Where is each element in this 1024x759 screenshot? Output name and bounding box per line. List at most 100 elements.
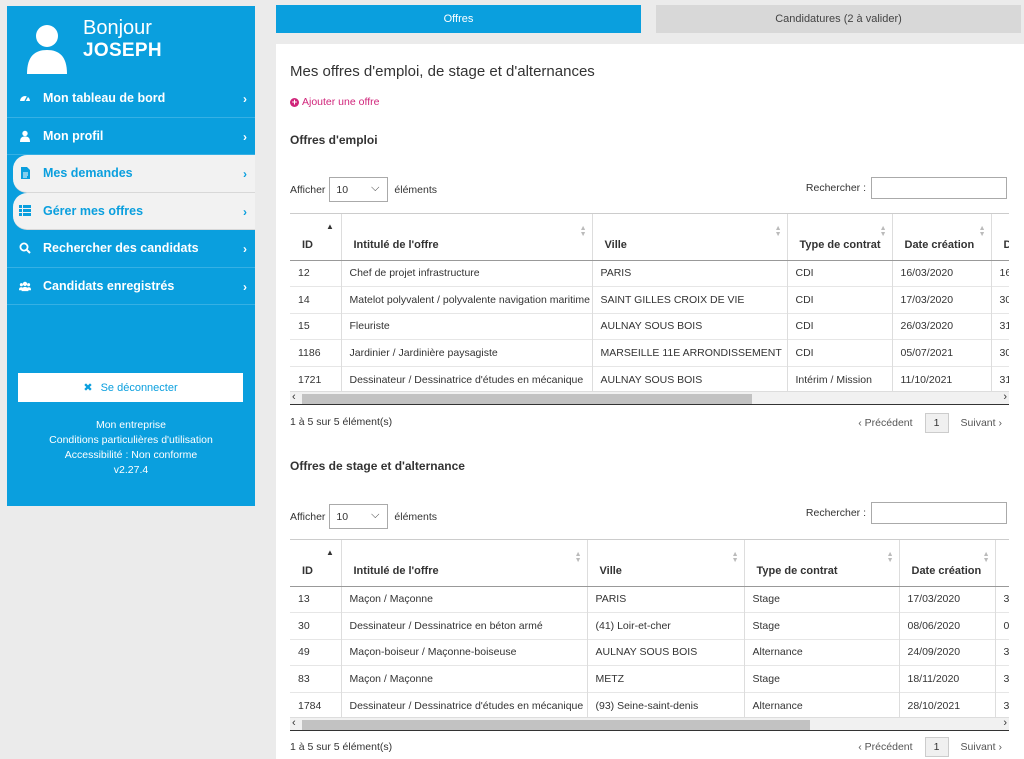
scrollbar-thumb[interactable] (302, 720, 810, 730)
footer-link-terms[interactable]: Conditions particulières d'utilisation (7, 433, 255, 448)
table-row[interactable]: 14 Matelot polyvalent / polyvalente navig… (290, 286, 1009, 313)
table-cell: 14 (290, 286, 342, 313)
add-offer-link[interactable]: + Ajouter une offre (290, 96, 379, 108)
tab-applications[interactable]: Candidatures (2 à valider) (656, 5, 1021, 33)
close-icon: ✖ (83, 382, 93, 394)
table-row[interactable]: 1784 Dessinateur / Dessinatrice d'études … (290, 691, 1009, 717)
table-cell: Dessinateur / Dessinatrice d'études en m… (341, 365, 593, 391)
sort-asc-icon: ▲ (326, 548, 334, 557)
table-row[interactable]: 1721 Dessinateur / Dessinatrice d'études … (290, 365, 1009, 391)
table-cell: Maçon / Maçonne (341, 665, 588, 692)
column-header-title[interactable]: Intitulé de l'offre ▲ ▼ (341, 214, 593, 261)
sidebar-item-saved-candidates[interactable]: Candidats enregistrés › (7, 268, 255, 305)
column-header-title[interactable]: Intitulé de l'offre ▲ ▼ (341, 540, 588, 587)
internships-horizontal-scrollbar[interactable]: ‹ › (290, 717, 1009, 731)
table-cell: Chef de projet infrastructure (341, 260, 593, 287)
search-label: Rechercher : (805, 507, 866, 519)
table-cell: Stage (744, 586, 900, 613)
table-row[interactable]: 15 Fleuriste AULNAY SOUS BOIS CDI 26/03/2020… (290, 312, 1009, 340)
search-label: Rechercher : (805, 182, 866, 194)
page-number-button[interactable]: 1 (924, 413, 949, 433)
footer-link-accessibility[interactable]: Accessibilité : Non conforme (7, 448, 255, 463)
internships-search-input[interactable] (871, 502, 1007, 524)
sidebar-item-dashboard[interactable]: Mon tableau de bord › (7, 80, 255, 118)
table-cell: 3 (995, 665, 1009, 692)
table-header-row: ▲ ID Intitulé de l'offre ▲ ▼ Ville ▲ ▼ Type d… (290, 540, 1009, 587)
column-header-date[interactable]: Date création ▲ ▼ (892, 214, 992, 261)
sidebar-item-requests[interactable]: Mes demandes › (13, 155, 255, 193)
main-panel: Mes offres d'emploi, de stage et d'alter… (276, 44, 1024, 759)
sidebar-item-label: Rechercher des candidats (43, 241, 199, 256)
table-cell: Maçon / Maçonne (341, 586, 588, 613)
sidebar-item-label: Candidats enregistrés (43, 278, 175, 293)
table-cell: 30 (991, 339, 1009, 366)
next-page-button[interactable]: Suivant › (961, 741, 1002, 753)
previous-page-button[interactable]: ‹ Précédent (858, 417, 912, 429)
table-cell: Stage (744, 612, 900, 639)
table-cell: 16/03/2020 (892, 260, 992, 287)
sidebar-item-label: Mes demandes (43, 166, 133, 181)
footer-link-company[interactable]: Mon entreprise (7, 418, 255, 433)
column-header-city[interactable]: Ville ▲ ▼ (587, 540, 745, 587)
jobs-horizontal-scrollbar[interactable]: ‹ › (290, 391, 1009, 405)
sidebar-item-manage-offers[interactable]: Gérer mes offres › (13, 192, 255, 230)
table-row[interactable]: 13 Maçon / Maçonne PARIS Stage 17/03/2020 3 (290, 586, 1009, 613)
table-row[interactable]: 12 Chef de projet infrastructure PARIS CDI 1… (290, 260, 1009, 287)
page-number-button[interactable]: 1 (924, 737, 949, 757)
jobs-search-input[interactable] (871, 177, 1007, 199)
scrollbar-thumb[interactable] (302, 394, 752, 404)
page-size-value: 10 (336, 510, 349, 523)
table-cell: Stage (744, 665, 900, 692)
sidebar-footer: Mon entreprise Conditions particulières … (7, 418, 255, 478)
section-title-internships: Offres de stage et d'alternance (290, 459, 465, 473)
sidebar-item-label: Mon profil (43, 128, 104, 143)
table-row[interactable]: 30 Dessinateur / Dessinatrice en béton ar… (290, 612, 1009, 639)
sort-icon: ▲ ▼ (879, 225, 887, 238)
table-cell: 13 (290, 586, 342, 613)
next-page-button[interactable]: Suivant › (961, 417, 1002, 429)
internships-page-size-select[interactable]: 10 ⌵ (329, 504, 389, 529)
table-cell: Maçon-boiseur / Maçonne-boiseuse (341, 638, 588, 666)
chevron-down-icon: ⌵ (371, 182, 380, 194)
scroll-left-icon[interactable]: ‹ (292, 717, 296, 729)
internships-table: ▲ ID Intitulé de l'offre ▲ ▼ Ville ▲ ▼ Type d… (290, 540, 1009, 717)
table-row[interactable]: 83 Maçon / Maçonne METZ Stage 18/11/2020 3 (290, 665, 1009, 692)
table-row[interactable]: 1186 Jardinier / Jardinière paysagiste MAR… (290, 339, 1009, 366)
sidebar-item-search-candidates[interactable]: Rechercher des candidats › (7, 230, 255, 268)
table-cell: 18/11/2020 (899, 665, 996, 692)
column-header-contract[interactable]: Type de contrat ▲ ▼ (787, 214, 893, 261)
jobs-table: ▲ ID Intitulé de l'offre ▲ ▼ Ville ▲ ▼ Type d… (290, 214, 1009, 391)
table-cell: AULNAY SOUS BOIS (587, 638, 745, 666)
tab-offers[interactable]: Offres (276, 5, 641, 33)
jobs-page-size-select[interactable]: 10 ⌵ (329, 177, 389, 202)
scroll-right-icon[interactable]: › (1003, 391, 1007, 403)
column-header-city[interactable]: Ville ▲ ▼ (592, 214, 788, 261)
scroll-left-icon[interactable]: ‹ (292, 391, 296, 403)
chevron-right-icon: › (243, 167, 247, 181)
table-cell: 31 (991, 312, 1009, 340)
internships-table-info: 1 à 5 sur 5 élément(s) (290, 741, 393, 753)
logout-button[interactable]: ✖ Se déconnecter (18, 373, 243, 402)
table-row[interactable]: 49 Maçon-boiseur / Maçonne-boiseuse AULNAY… (290, 638, 1009, 666)
table-cell: 83 (290, 665, 342, 692)
previous-page-button[interactable]: ‹ Précédent (858, 741, 912, 753)
column-header-extra[interactable] (995, 540, 1009, 587)
column-header-extra[interactable]: D (991, 214, 1009, 261)
users-icon (19, 280, 31, 292)
chevron-right-icon: › (243, 242, 247, 256)
column-header-id[interactable]: ▲ ID (290, 214, 342, 261)
logout-label: Se déconnecter (100, 381, 178, 394)
column-header-id[interactable]: ▲ ID (290, 540, 342, 587)
table-cell: (41) Loir-et-cher (587, 612, 745, 639)
column-header-contract[interactable]: Type de contrat ▲ ▼ (744, 540, 900, 587)
sidebar-item-profile[interactable]: Mon profil › (7, 118, 255, 155)
scroll-right-icon[interactable]: › (1003, 717, 1007, 729)
table-cell: 49 (290, 638, 342, 666)
page-size-value: 10 (336, 183, 349, 196)
column-header-date[interactable]: Date création ▲ ▼ (899, 540, 996, 587)
internships-search-control: Rechercher : (806, 502, 1007, 524)
add-offer-label: Ajouter une offre (302, 96, 380, 108)
table-cell: Jardinier / Jardinière paysagiste (341, 339, 593, 366)
table-cell: METZ (587, 665, 745, 692)
chevron-down-icon: ⌵ (371, 509, 380, 521)
